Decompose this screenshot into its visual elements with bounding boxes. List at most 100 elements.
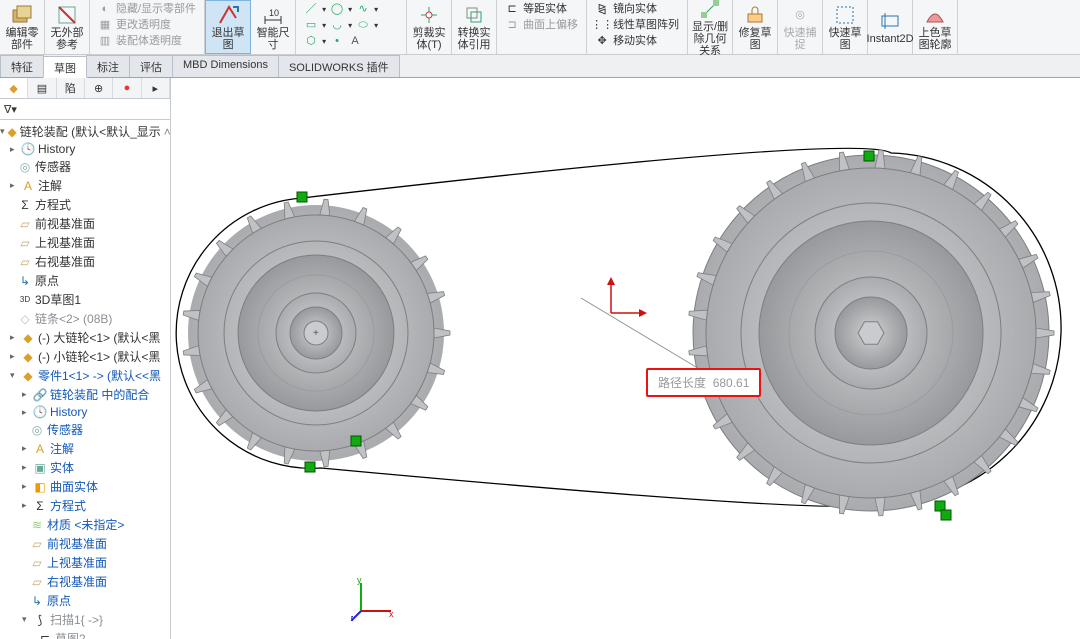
no-external-ref-label: 无外部参考 — [47, 27, 87, 51]
pattern-icon: ⋮⋮ — [595, 19, 609, 33]
convert-label: 转换实体引用 — [454, 27, 494, 51]
no-external-ref-button[interactable]: 无外部参考 — [45, 0, 90, 54]
tree-small-sprocket[interactable]: ▸◆(-) 小链轮<1> (默认<黑 — [0, 347, 170, 366]
quick-snap-label: 快速捕捉 — [780, 27, 820, 51]
tree-part1[interactable]: ▾◆零件1<1> -> (默认<<黑 — [0, 366, 170, 385]
part-icon: ◆ — [21, 331, 35, 345]
tab-mbd[interactable]: MBD Dimensions — [172, 55, 279, 77]
surface-offset-btn[interactable]: ⊐曲面上偏移 — [501, 18, 582, 33]
svg-text:10: 10 — [269, 8, 279, 18]
tab-addins[interactable]: SOLIDWORKS 插件 — [278, 55, 400, 77]
pattern-group: ⧎镜向实体 ⋮⋮线性草图阵列 ✥移动实体 — [587, 0, 688, 54]
polygon-icon: ⬡ — [304, 35, 318, 49]
tree-p-solid[interactable]: ▸▣实体 — [0, 458, 170, 477]
offset-group: ⊏等距实体 ⊐曲面上偏移 — [497, 0, 587, 54]
history-icon: 🕓 — [21, 142, 35, 156]
smart-dimension-button[interactable]: 10 智能尺寸 — [251, 0, 296, 54]
tree-big-sprocket[interactable]: ▸◆(-) 大链轮<1> (默认<黑 — [0, 328, 170, 347]
tree-sweep[interactable]: ▾⟆扫描1{ ->} — [0, 610, 170, 629]
quick-sketch-button[interactable]: 快速草图 — [823, 0, 868, 54]
shaded-sketch-button[interactable]: 上色草图轮廓 — [913, 0, 958, 54]
repair-sketch-button[interactable]: 修复草图 — [733, 0, 778, 54]
feature-manager: ◆ ▤ 陷 ⊕ ● ▸ ∇▾ ▾◆链轮装配 (默认<默认_显示˄ ▸🕓Histo… — [0, 78, 171, 639]
surface-icon: ◧ — [33, 480, 47, 494]
plane-icon: ▱ — [30, 575, 44, 589]
instant2d-button[interactable]: Instant2D — [868, 0, 913, 54]
svg-text:+: + — [313, 328, 319, 339]
tree-chain[interactable]: ◇链条<2> (08B) — [0, 309, 170, 328]
tree-annotations[interactable]: ▸A注解 — [0, 176, 170, 195]
tree-filter[interactable]: ∇▾ — [0, 99, 170, 120]
sweep-icon: ⟆ — [33, 613, 47, 627]
plane-icon: ▱ — [30, 556, 44, 570]
plane-icon: ▱ — [18, 255, 32, 269]
part-icon: ◇ — [18, 312, 32, 326]
tree-equations[interactable]: Σ方程式 — [0, 195, 170, 214]
property-tab[interactable]: ▤ — [28, 78, 56, 98]
tree-p-surface[interactable]: ▸◧曲面实体 — [0, 477, 170, 496]
tab-evaluate[interactable]: 评估 — [129, 55, 173, 77]
dimxpert-tab[interactable]: ⊕ — [85, 78, 113, 98]
offset-entities-btn[interactable]: ⊏等距实体 — [501, 2, 582, 17]
edit-part-label: 编辑零部件 — [2, 27, 42, 51]
assembly-transparency-btn[interactable]: ▥装配体透明度 — [94, 34, 200, 49]
dropdown-icon: ▾ — [322, 18, 326, 33]
edit-part-icon — [11, 4, 33, 26]
assembly-icon: ◆ — [9, 82, 17, 95]
tab-features[interactable]: 特征 — [0, 55, 44, 77]
graphics-viewport[interactable]: + — [171, 78, 1080, 639]
trim-button[interactable]: 剪裁实体(T) — [407, 0, 452, 54]
edit-part-button[interactable]: 编辑零部件 — [0, 0, 45, 54]
feature-tree: ▾◆链轮装配 (默认<默认_显示˄ ▸🕓History ◎传感器 ▸A注解 Σ方… — [0, 120, 170, 639]
sketch-tool-row2[interactable]: ▭▾ ◡▾ ⬭▾ — [300, 18, 402, 33]
tab-annotate[interactable]: 标注 — [86, 55, 130, 77]
dropdown-icon: ▾ — [322, 2, 326, 17]
sketch-tools-group: ／▾ ◯▾ ∿▾ ▭▾ ◡▾ ⬭▾ ⬡▾ • A — [296, 0, 407, 54]
expand-tab[interactable]: ▸ — [142, 78, 170, 98]
sensor-icon: ◎ — [30, 423, 44, 437]
relations-icon — [699, 0, 721, 20]
sketch-tool-row3[interactable]: ⬡▾ • A — [300, 34, 402, 49]
tree-3d-sketch[interactable]: 3D3D草图1 — [0, 290, 170, 309]
tree-mates[interactable]: ▸🔗链轮装配 中的配合 — [0, 385, 170, 404]
linear-pattern-btn[interactable]: ⋮⋮线性草图阵列 — [591, 18, 683, 33]
change-transparency-btn[interactable]: ▦更改透明度 — [94, 18, 200, 33]
view-triad: y x z — [351, 577, 395, 621]
tree-p-origin[interactable]: ↳原点 — [0, 591, 170, 610]
exit-sketch-button[interactable]: 退出草图 — [205, 0, 251, 54]
repair-label: 修复草图 — [735, 27, 775, 51]
tree-p-material[interactable]: ≋材质 <未指定> — [0, 515, 170, 534]
config-tab[interactable]: 陷 — [57, 78, 85, 98]
exit-sketch-label: 退出草图 — [208, 27, 248, 51]
tree-p-equations[interactable]: ▸Σ方程式 — [0, 496, 170, 515]
svg-text:y: y — [357, 577, 362, 585]
tree-p-notes[interactable]: ▸A注解 — [0, 439, 170, 458]
text-icon: A — [348, 35, 362, 49]
mirror-btn[interactable]: ⧎镜向实体 — [591, 2, 683, 17]
sketch3d-icon: 3D — [18, 293, 32, 307]
tree-front-plane[interactable]: ▱前视基准面 — [0, 214, 170, 233]
svg-text:x: x — [389, 609, 394, 619]
material-icon: ≋ — [30, 518, 44, 532]
tree-top-plane[interactable]: ▱上视基准面 — [0, 233, 170, 252]
show-relations-button[interactable]: 显示/删除几何关系 — [688, 0, 733, 54]
tree-p-history[interactable]: ▸🕓History — [0, 404, 170, 420]
tree-p-sensors[interactable]: ◎传感器 — [0, 420, 170, 439]
sketch-tool-row1[interactable]: ／▾ ◯▾ ∿▾ — [300, 2, 402, 17]
tree-root[interactable]: ▾◆链轮装配 (默认<默认_显示˄ — [0, 122, 170, 141]
tree-history[interactable]: ▸🕓History — [0, 141, 170, 157]
tree-p-top[interactable]: ▱上视基准面 — [0, 553, 170, 572]
tree-sensors[interactable]: ◎传感器 — [0, 157, 170, 176]
tree-origin[interactable]: ↳原点 — [0, 271, 170, 290]
tree-p-right[interactable]: ▱右视基准面 — [0, 572, 170, 591]
display-tab[interactable]: ● — [113, 78, 141, 98]
fm-tree-tab[interactable]: ◆ — [0, 78, 28, 98]
hide-show-btn[interactable]: ◐隐藏/显示零部件 — [94, 2, 200, 17]
move-entities-btn[interactable]: ✥移动实体 — [591, 34, 683, 49]
tree-right-plane[interactable]: ▱右视基准面 — [0, 252, 170, 271]
tree-sk2[interactable]: ⊏草图2 — [0, 629, 170, 639]
tree-p-front[interactable]: ▱前视基准面 — [0, 534, 170, 553]
path-length-callout[interactable]: 路径长度 680.61 — [646, 368, 761, 397]
tab-sketch[interactable]: 草图 — [43, 56, 87, 78]
convert-entities-button[interactable]: 转换实体引用 — [452, 0, 497, 54]
